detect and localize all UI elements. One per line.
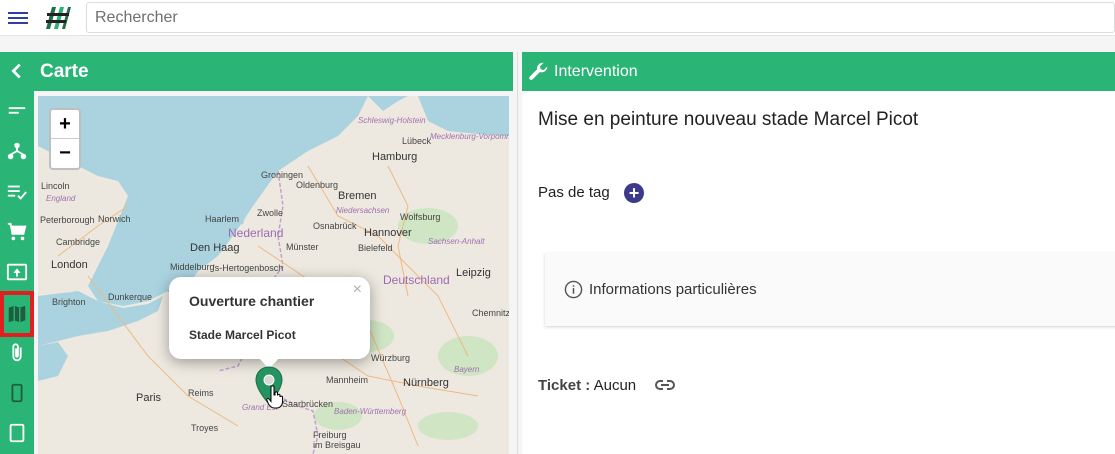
- ticket-label: Ticket : Aucun: [538, 377, 636, 394]
- zoom-out-button[interactable]: −: [51, 139, 79, 168]
- map-label-lincoln: Lincoln: [41, 181, 70, 191]
- map-label-london: London: [51, 259, 88, 271]
- wrench-icon: [529, 62, 548, 80]
- ticket-value: Aucun: [593, 377, 637, 394]
- sidebar-item-map[interactable]: [0, 291, 34, 337]
- zoom-in-button[interactable]: +: [51, 110, 79, 139]
- map-label-denhaag: Den Haag: [190, 242, 240, 254]
- map-label-munster: Münster: [286, 242, 319, 252]
- map-label-hannover: Hannover: [364, 227, 412, 239]
- phone-icon: [11, 383, 23, 403]
- map-label-deutschland: Deutschland: [383, 273, 450, 287]
- sidebar-item-phone[interactable]: [0, 376, 34, 410]
- sidebar-item-attachments[interactable]: [0, 336, 34, 370]
- sidebar-item-hierarchy[interactable]: [0, 134, 34, 168]
- map-view[interactable]: Lincoln England Peterborough Norwich Cam…: [38, 96, 509, 454]
- map-label-saarbrucken: Saarbrücken: [282, 399, 334, 409]
- map-label-chemnitz: Chemnitz: [472, 308, 509, 318]
- map-label-dunkerque: Dunkerque: [108, 292, 153, 302]
- hierarchy-icon: [7, 142, 27, 160]
- map-label-wolfsburg: Wolfsburg: [400, 212, 441, 222]
- playlist-check-icon: [7, 185, 27, 200]
- add-tag-button[interactable]: +: [624, 183, 644, 203]
- sidebar-item-cart[interactable]: [0, 215, 34, 249]
- map-label-leipzig: Leipzig: [456, 267, 491, 279]
- map-label-lubeck: Lübeck: [402, 136, 432, 146]
- sidebar-item-upload[interactable]: [0, 255, 34, 289]
- map-label-haarlem: Haarlem: [205, 214, 240, 224]
- zoom-control: + −: [49, 108, 81, 170]
- popup-close-button[interactable]: ×: [353, 281, 362, 299]
- tag-label: Pas de tag: [538, 184, 610, 201]
- map-label-schleswig: Schleswig-Holstein: [358, 116, 426, 125]
- map-label-oldenburg: Oldenburg: [296, 180, 339, 190]
- collapse-sidebar-button[interactable]: [0, 54, 34, 88]
- info-card[interactable]: Informations particulières: [545, 253, 1115, 326]
- map-label-reims: Reims: [188, 388, 214, 398]
- map-label-cambridge: Cambridge: [56, 237, 101, 247]
- pointer-hand-icon: [266, 385, 283, 409]
- map-label-mannheim: Mannheim: [326, 375, 369, 385]
- map-label-zwolle: Zwolle: [257, 208, 284, 218]
- map-label-nurnberg: Nürnberg: [403, 377, 449, 389]
- intervention-title: Intervention: [554, 62, 638, 80]
- map-popup: × Ouverture chantier Stade Marcel Picot: [169, 277, 370, 359]
- map-label-paris: Paris: [136, 392, 162, 404]
- map-label-niedersachsen: Niedersachsen: [336, 206, 390, 215]
- tablet-icon: [9, 423, 25, 443]
- popup-subtitle: Stade Marcel Picot: [189, 328, 296, 342]
- map-icon: [8, 305, 26, 323]
- short-text-icon: [8, 107, 26, 114]
- map-label-middelburg: Middelburg: [170, 262, 215, 272]
- map-label-norwich: Norwich: [98, 214, 131, 224]
- link-icon[interactable]: [654, 377, 676, 393]
- cart-icon: [7, 222, 27, 241]
- map-label-brighton: Brighton: [52, 297, 86, 307]
- chevron-left-icon: [11, 63, 21, 79]
- map-label-bayern: Bayern: [454, 365, 480, 374]
- carte-header: Carte: [34, 52, 513, 91]
- sidebar-item-details[interactable]: [0, 93, 34, 127]
- sidebar-item-tablet[interactable]: [0, 416, 34, 450]
- map-label-troyes: Troyes: [191, 423, 219, 433]
- map-label-wurzburg: Würzburg: [371, 353, 411, 363]
- map-label-mecklenburg: Mecklenburg-Vorpommern: [430, 132, 509, 141]
- map-label-bremen: Bremen: [338, 190, 377, 202]
- search-input[interactable]: [86, 2, 1115, 33]
- map-label-bielefeld: Bielefeld: [358, 243, 393, 253]
- map-label-sachsen-anhalt: Sachsen-Anhalt: [428, 237, 485, 246]
- map-label-england: England: [46, 194, 76, 203]
- map-label-groningen: Groningen: [261, 170, 304, 180]
- map-label-osnabruck: Osnabrück: [313, 221, 357, 231]
- map-label-peterborough: Peterborough: [40, 215, 95, 225]
- intervention-header: Intervention: [522, 52, 1115, 91]
- menu-icon[interactable]: [8, 9, 28, 27]
- popup-title: Ouverture chantier: [189, 293, 315, 309]
- info-icon: [564, 280, 583, 299]
- map-label-baden: Baden-Württemberg: [334, 407, 407, 416]
- paperclip-icon: [12, 343, 22, 362]
- map-label-hertogenbosch: 's-Hertogenbosch: [213, 263, 284, 273]
- panel-divider: [517, 52, 518, 454]
- sidebar: [0, 52, 34, 454]
- carte-title: Carte: [40, 60, 89, 82]
- map-label-hamburg: Hamburg: [372, 151, 418, 163]
- sidebar-item-checklist[interactable]: [0, 175, 34, 209]
- upload-box-icon: [6, 263, 28, 281]
- app-logo[interactable]: [44, 4, 72, 32]
- map-label-freiburg: Freiburg im Breisgau: [313, 430, 361, 450]
- page-title: Mise en peinture nouveau stade Marcel Pi…: [538, 109, 919, 130]
- info-label: Informations particulières: [589, 281, 757, 298]
- ticket-key: Ticket :: [538, 377, 591, 394]
- intervention-content: Mise en peinture nouveau stade Marcel Pi…: [522, 91, 1115, 454]
- top-bar: [0, 0, 1115, 36]
- map-label-nederland: Nederland: [228, 226, 284, 240]
